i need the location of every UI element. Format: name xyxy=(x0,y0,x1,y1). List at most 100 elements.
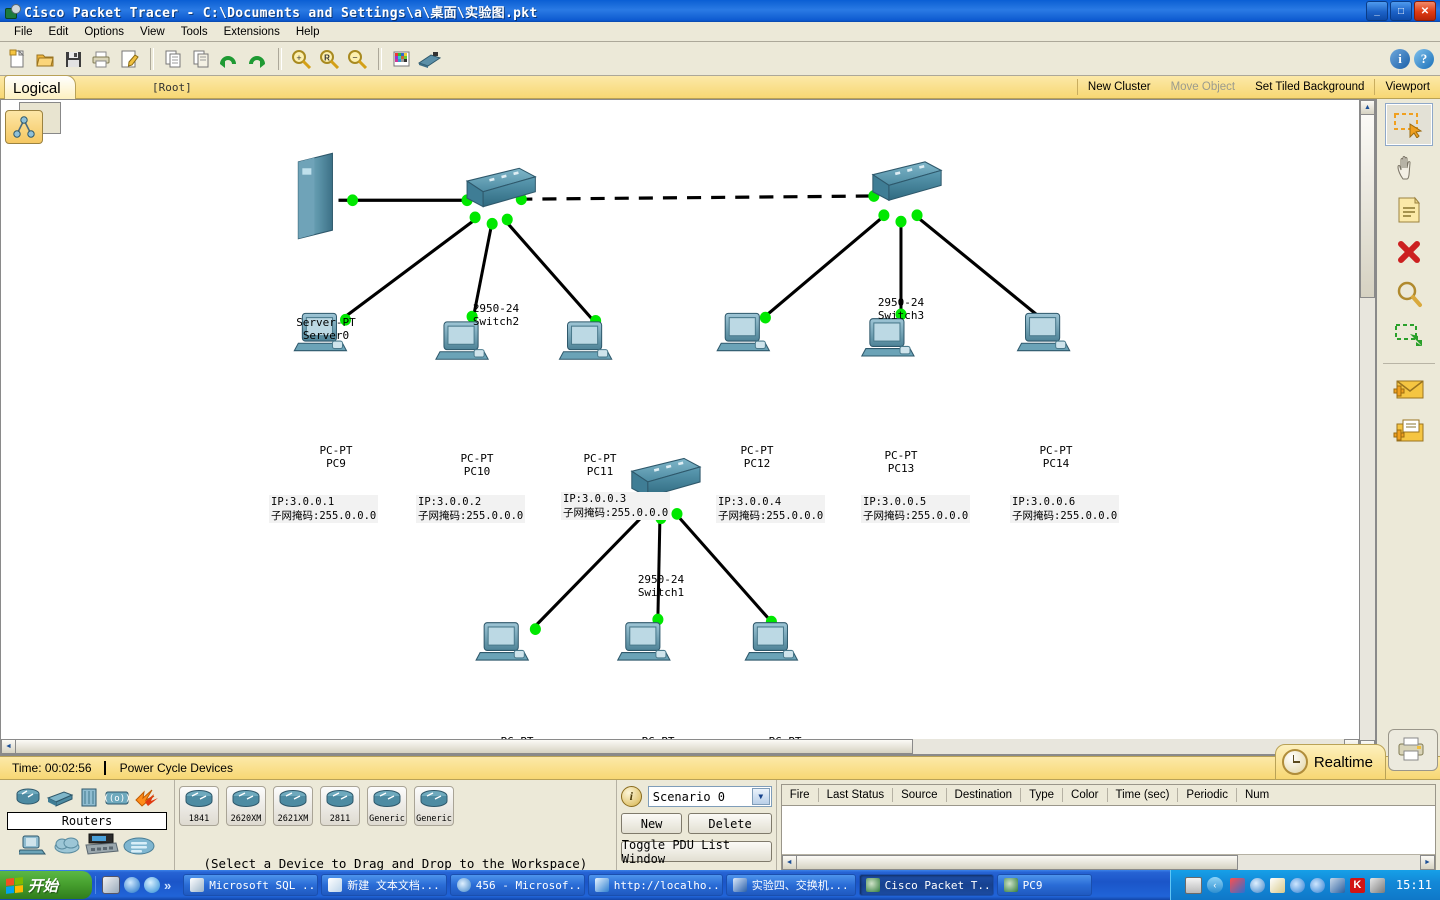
help-icon[interactable]: ? xyxy=(1414,48,1434,69)
router-icon[interactable] xyxy=(14,786,42,808)
column-type[interactable]: Type xyxy=(1021,788,1064,802)
column-destination[interactable]: Destination xyxy=(947,788,1022,802)
zoom-reset-icon[interactable]: R xyxy=(316,46,342,72)
sync-icon[interactable] xyxy=(144,877,160,893)
device-label-pc9[interactable]: PC-PT PC9 xyxy=(296,444,376,470)
column-color[interactable]: Color xyxy=(1063,788,1108,802)
info-icon[interactable]: i xyxy=(1390,48,1410,69)
column-fire[interactable]: Fire xyxy=(782,788,819,802)
column-last-status[interactable]: Last Status xyxy=(819,788,894,802)
pdu-hscrollbar[interactable]: ◄ ► xyxy=(781,854,1435,870)
hub-icon[interactable] xyxy=(78,786,100,808)
ip-note[interactable]: IP:3.0.0.5 子网掩码:255.0.0.0 xyxy=(861,495,971,523)
column-num[interactable]: Num xyxy=(1237,788,1277,802)
scroll-left-button[interactable]: ◄ xyxy=(1,739,16,754)
kaspersky-icon[interactable]: K xyxy=(1349,877,1365,893)
hscroll-thumb[interactable] xyxy=(15,739,913,754)
logical-tab[interactable]: Logical xyxy=(4,75,76,100)
taskbar-item-456[interactable]: 456 - Microsof... xyxy=(449,874,585,896)
menu-edit[interactable]: Edit xyxy=(41,25,77,39)
simulation-mode-tab[interactable] xyxy=(1388,729,1438,771)
device-label-pc14[interactable]: PC-PT PC14 xyxy=(1016,444,1096,470)
place-note-tool[interactable] xyxy=(1386,189,1432,230)
pdu-list-body[interactable]: ◄ ► xyxy=(780,805,1436,871)
edit-note-icon[interactable] xyxy=(116,46,142,72)
taskbar-item-packet-tracer[interactable]: Cisco Packet T... xyxy=(858,874,994,896)
start-button[interactable]: 开始 xyxy=(0,871,92,899)
column-source[interactable]: Source xyxy=(893,788,947,802)
menu-tools[interactable]: Tools xyxy=(173,25,216,39)
monitor-icon[interactable] xyxy=(1369,877,1385,893)
palette-icon[interactable] xyxy=(388,46,414,72)
pdu-scroll-left-button[interactable]: ◄ xyxy=(781,855,797,870)
end-devices-icon[interactable] xyxy=(19,833,49,857)
ip-note[interactable]: IP:3.0.0.1 子网掩码:255.0.0.0 xyxy=(269,495,379,523)
print-icon[interactable] xyxy=(88,46,114,72)
chain2-icon[interactable] xyxy=(1309,877,1325,893)
taskbar-item-localhost[interactable]: http://localho... xyxy=(587,874,723,896)
device-label-server0[interactable]: Server-PT Server0 xyxy=(286,316,366,342)
realtime-mode-tab[interactable]: Realtime xyxy=(1274,744,1386,780)
save-icon[interactable] xyxy=(60,46,86,72)
ip-note[interactable]: IP:3.0.0.6 子网掩码:255.0.0.0 xyxy=(1010,495,1120,523)
copy-icon[interactable] xyxy=(160,46,186,72)
column-time-sec[interactable]: Time (sec) xyxy=(1108,788,1179,802)
new-cluster-button[interactable]: New Cluster xyxy=(1076,79,1161,95)
delete-scenario-button[interactable]: Delete xyxy=(688,813,772,834)
resize-shape-tool[interactable] xyxy=(1386,315,1432,356)
device-label-pc11[interactable]: PC-PT PC11 xyxy=(560,452,640,478)
new-file-icon[interactable] xyxy=(4,46,30,72)
column-periodic[interactable]: Periodic xyxy=(1178,788,1237,802)
set-tiled-background-button[interactable]: Set Tiled Background xyxy=(1245,79,1374,95)
device-model-2621xm[interactable]: 2621XM xyxy=(273,786,313,826)
ip-note[interactable]: IP:3.0.0.2 子网掩码:255.0.0.0 xyxy=(416,495,526,523)
system-clock[interactable]: 15:11 xyxy=(1396,878,1432,892)
toggle-pdu-list-button[interactable]: Toggle PDU List Window xyxy=(620,838,772,866)
maximize-button[interactable]: □ xyxy=(1390,1,1412,21)
device-label-pc10[interactable]: PC-PT PC10 xyxy=(437,452,517,478)
device-label-switch3[interactable]: 2950-24 Switch3 xyxy=(861,296,941,322)
paint-icon[interactable] xyxy=(1229,877,1245,893)
wan-cloud-icon[interactable] xyxy=(53,834,81,856)
chain-icon[interactable] xyxy=(1289,877,1305,893)
zoom-out-icon[interactable]: − xyxy=(344,46,370,72)
device-model-generic-2[interactable]: Generic xyxy=(414,786,454,826)
taskbar-item-word-doc[interactable]: 实验四、交换机... xyxy=(725,874,856,896)
device-model-generic-1[interactable]: Generic xyxy=(367,786,407,826)
vscroll-thumb[interactable] xyxy=(1360,114,1375,298)
zoom-in-icon[interactable]: + xyxy=(288,46,314,72)
pdu-scroll-right-button[interactable]: ► xyxy=(1420,855,1435,870)
multiuser-cloud-icon[interactable] xyxy=(123,834,155,856)
undo-icon[interactable] xyxy=(216,46,242,72)
show-hidden-icons-button[interactable]: ‹ xyxy=(1206,877,1223,893)
device-model-2811[interactable]: 2811 xyxy=(320,786,360,826)
logical-canvas[interactable]: Server-PT Server0 2950-24 Switch2 2950-2… xyxy=(0,99,1360,756)
inspect-tool[interactable] xyxy=(1386,273,1432,314)
device-model-2620xm[interactable]: 2620XM xyxy=(226,786,266,826)
delete-tool[interactable] xyxy=(1386,231,1432,272)
power-cycle-devices-button[interactable]: Power Cycle Devices xyxy=(106,761,247,775)
device-label-switch1[interactable]: 2950-24 Switch1 xyxy=(621,573,701,599)
document-icon[interactable] xyxy=(1269,877,1285,893)
info-icon[interactable]: i xyxy=(620,786,642,807)
viewport-button[interactable]: Viewport xyxy=(1374,79,1440,95)
taskbar-item-notepad[interactable]: 新建 文本文档... xyxy=(321,874,447,896)
device-model-1841[interactable]: 1841 xyxy=(179,786,219,826)
menu-help[interactable]: Help xyxy=(288,25,328,39)
add-complex-pdu-tool[interactable] xyxy=(1386,410,1432,451)
scroll-up-button[interactable]: ▲ xyxy=(1360,100,1375,115)
quick-launch-overflow[interactable]: » xyxy=(164,878,171,893)
redo-icon[interactable] xyxy=(244,46,270,72)
custom-device-icon[interactable] xyxy=(85,833,119,857)
device-label-pc12[interactable]: PC-PT PC12 xyxy=(717,444,797,470)
custom-device-icon[interactable] xyxy=(416,46,442,72)
minimize-button[interactable]: _ xyxy=(1366,1,1388,21)
keyboard-icon[interactable] xyxy=(1184,876,1202,894)
ip-note[interactable]: IP:3.0.0.4 子网掩码:255.0.0.0 xyxy=(716,495,826,523)
menu-file[interactable]: File xyxy=(6,25,41,39)
shield-icon[interactable] xyxy=(1249,877,1265,893)
add-simple-pdu-tool[interactable] xyxy=(1386,368,1432,409)
device-label-switch2[interactable]: 2950-24 Switch2 xyxy=(456,302,536,328)
chevron-down-icon[interactable]: ▼ xyxy=(751,788,770,805)
new-scenario-button[interactable]: New xyxy=(620,813,683,834)
